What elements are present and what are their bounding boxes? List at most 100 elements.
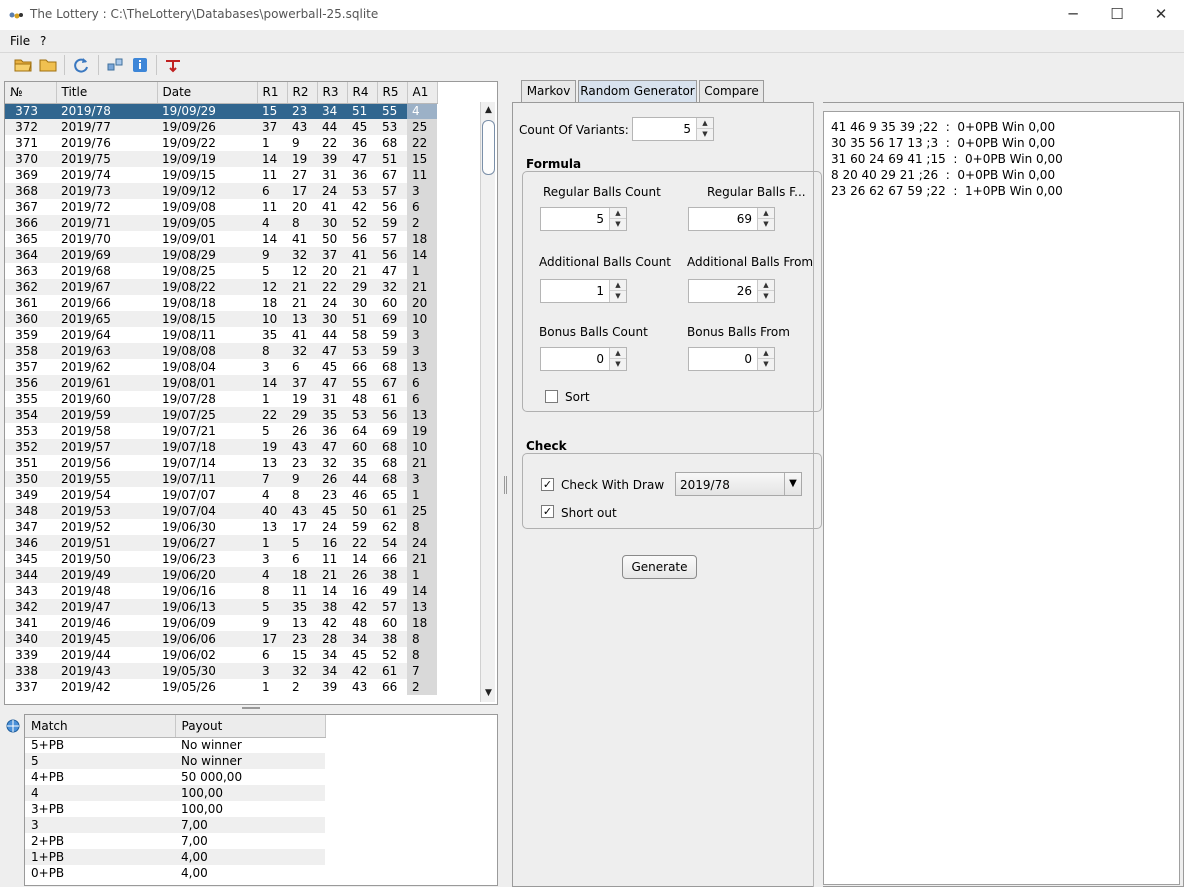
table-row[interactable]: 340 2019/45 19/06/06 17 23 28 34 38 8 [5, 631, 437, 647]
column-header[interactable]: R3 [317, 82, 348, 104]
table-row[interactable]: 350 2019/55 19/07/11 7 9 26 44 68 3 [5, 471, 437, 487]
spin-down-icon[interactable]: ▼ [610, 219, 626, 230]
count-variants-spinner[interactable]: 5 ▲ ▼ [632, 117, 714, 141]
column-header[interactable]: R2 [287, 82, 318, 104]
table-row[interactable]: 3+PB 100,00 [25, 801, 325, 817]
scrollbar-thumb[interactable] [482, 120, 495, 175]
table-row[interactable]: 359 2019/64 19/08/11 35 41 44 58 59 3 [5, 327, 437, 343]
scroll-up-icon[interactable]: ▲ [485, 105, 492, 115]
table-row[interactable]: 352 2019/57 19/07/18 19 43 47 60 68 10 [5, 439, 437, 455]
column-header[interactable]: R4 [347, 82, 378, 104]
column-header[interactable]: R5 [377, 82, 408, 104]
dropdown-arrow-icon[interactable]: ▼ [784, 473, 801, 495]
table-row[interactable]: 338 2019/43 19/05/30 3 32 34 42 61 7 [5, 663, 437, 679]
spin-up-icon[interactable]: ▲ [697, 118, 713, 129]
table-row[interactable]: 341 2019/46 19/06/09 9 13 42 48 60 18 [5, 615, 437, 631]
spin-down-icon[interactable]: ▼ [610, 359, 626, 370]
spin-up-icon[interactable]: ▲ [610, 348, 626, 359]
info-icon[interactable] [131, 56, 149, 74]
table-row[interactable]: 4+PB 50 000,00 [25, 769, 325, 785]
spin-down-icon[interactable]: ▼ [758, 219, 774, 230]
generate-button[interactable]: Generate [622, 555, 697, 579]
table-row[interactable]: 2+PB 7,00 [25, 833, 325, 849]
tab-compare[interactable]: Compare [699, 80, 764, 102]
horizontal-splitter[interactable] [4, 705, 498, 713]
table-row[interactable]: 349 2019/54 19/07/07 4 8 23 46 65 1 [5, 487, 437, 503]
table-row[interactable]: 339 2019/44 19/06/02 6 15 34 45 52 8 [5, 647, 437, 663]
table-row[interactable]: 342 2019/47 19/06/13 5 35 38 42 57 13 [5, 599, 437, 615]
table-row[interactable]: 346 2019/51 19/06/27 1 5 16 22 54 24 [5, 535, 437, 551]
exit-icon[interactable] [164, 56, 182, 74]
table-row[interactable]: 348 2019/53 19/07/04 40 43 45 50 61 25 [5, 503, 437, 519]
tab-markov[interactable]: Markov [521, 80, 576, 102]
close-button[interactable]: ✕ [1138, 0, 1184, 30]
regular-count-spinner[interactable]: 5 ▲ ▼ [540, 207, 627, 231]
table-row[interactable]: 370 2019/75 19/09/19 14 19 39 47 51 15 [5, 151, 437, 167]
table-row[interactable]: 354 2019/59 19/07/25 22 29 35 53 56 13 [5, 407, 437, 423]
open-folder-icon[interactable] [14, 56, 32, 74]
column-header[interactable]: № [5, 82, 57, 104]
table-row[interactable]: 4 100,00 [25, 785, 325, 801]
additional-count-spinner[interactable]: 1 ▲ ▼ [540, 279, 627, 303]
table-row[interactable]: 368 2019/73 19/09/12 6 17 24 53 57 3 [5, 183, 437, 199]
table-row[interactable]: 353 2019/58 19/07/21 5 26 36 64 69 19 [5, 423, 437, 439]
sort-checkbox[interactable] [545, 390, 558, 403]
table-row[interactable]: 356 2019/61 19/08/01 14 37 47 55 67 6 [5, 375, 437, 391]
table-row[interactable]: 5+PB No winner [25, 737, 325, 753]
table-row[interactable]: 363 2019/68 19/08/25 5 12 20 21 47 1 [5, 263, 437, 279]
minimize-button[interactable]: ─ [1050, 0, 1096, 30]
bonus-count-spinner[interactable]: 0 ▲ ▼ [540, 347, 627, 371]
spin-down-icon[interactable]: ▼ [758, 291, 774, 302]
column-header[interactable]: Payout [175, 715, 326, 738]
draw-select[interactable]: 2019/78 ▼ [675, 472, 802, 496]
table-row[interactable]: 357 2019/62 19/08/04 3 6 45 66 68 13 [5, 359, 437, 375]
table-row[interactable]: 372 2019/77 19/09/26 37 43 44 45 53 25 [5, 119, 437, 135]
spin-down-icon[interactable]: ▼ [758, 359, 774, 370]
table-row[interactable]: 358 2019/63 19/08/08 8 32 47 53 59 3 [5, 343, 437, 359]
column-header[interactable]: Match [25, 715, 176, 738]
table-row[interactable]: 343 2019/48 19/06/16 8 11 14 16 49 14 [5, 583, 437, 599]
table-row[interactable]: 337 2019/42 19/05/26 1 2 39 43 66 2 [5, 679, 437, 695]
maximize-button[interactable]: ☐ [1094, 0, 1140, 30]
vertical-splitter[interactable] [502, 81, 510, 887]
table-row[interactable]: 365 2019/70 19/09/01 14 41 50 56 57 18 [5, 231, 437, 247]
folder-icon[interactable] [39, 56, 57, 74]
table-row[interactable]: 0+PB 4,00 [25, 865, 325, 881]
table-row[interactable]: 369 2019/74 19/09/15 11 27 31 36 67 11 [5, 167, 437, 183]
column-header[interactable]: R1 [257, 82, 288, 104]
table-row[interactable]: 373 2019/78 19/09/29 15 23 34 51 55 4 [5, 103, 437, 119]
refresh-icon[interactable] [72, 56, 90, 74]
column-header[interactable]: Date [157, 82, 258, 104]
table-row[interactable]: 360 2019/65 19/08/15 10 13 30 51 69 10 [5, 311, 437, 327]
spin-up-icon[interactable]: ▲ [758, 208, 774, 219]
column-header[interactable]: A1 [407, 82, 438, 104]
table-row[interactable]: 367 2019/72 19/09/08 11 20 41 42 56 6 [5, 199, 437, 215]
table-row[interactable]: 345 2019/50 19/06/23 3 6 11 14 66 21 [5, 551, 437, 567]
column-header[interactable]: Title [56, 82, 158, 104]
table-row[interactable]: 361 2019/66 19/08/18 18 21 24 30 60 20 [5, 295, 437, 311]
regular-from-spinner[interactable]: 69 ▲ ▼ [688, 207, 775, 231]
spin-up-icon[interactable]: ▲ [610, 208, 626, 219]
table-row[interactable]: 366 2019/71 19/09/05 4 8 30 52 59 2 [5, 215, 437, 231]
table-row[interactable]: 351 2019/56 19/07/14 13 23 32 35 68 21 [5, 455, 437, 471]
spin-down-icon[interactable]: ▼ [610, 291, 626, 302]
spin-up-icon[interactable]: ▲ [758, 348, 774, 359]
spin-up-icon[interactable]: ▲ [610, 280, 626, 291]
spin-up-icon[interactable]: ▲ [758, 280, 774, 291]
tab-random-generator[interactable]: Random Generator [578, 80, 697, 102]
table-row[interactable]: 364 2019/69 19/08/29 9 32 37 41 56 14 [5, 247, 437, 263]
menu-help[interactable]: ? [40, 34, 46, 48]
table-row[interactable]: 355 2019/60 19/07/28 1 19 31 48 61 6 [5, 391, 437, 407]
table-row[interactable]: 5 No winner [25, 753, 325, 769]
network-icon[interactable] [106, 56, 124, 74]
table-row[interactable]: 3 7,00 [25, 817, 325, 833]
additional-from-spinner[interactable]: 26 ▲ ▼ [688, 279, 775, 303]
short-out-checkbox[interactable]: ✓ [541, 505, 554, 518]
table-row[interactable]: 344 2019/49 19/06/20 4 18 21 26 38 1 [5, 567, 437, 583]
scroll-down-icon[interactable]: ▼ [485, 688, 492, 698]
bonus-from-spinner[interactable]: 0 ▲ ▼ [688, 347, 775, 371]
table-row[interactable]: 371 2019/76 19/09/22 1 9 22 36 68 22 [5, 135, 437, 151]
draws-scrollbar[interactable] [480, 102, 495, 702]
table-row[interactable]: 1+PB 4,00 [25, 849, 325, 865]
table-row[interactable]: 362 2019/67 19/08/22 12 21 22 29 32 21 [5, 279, 437, 295]
